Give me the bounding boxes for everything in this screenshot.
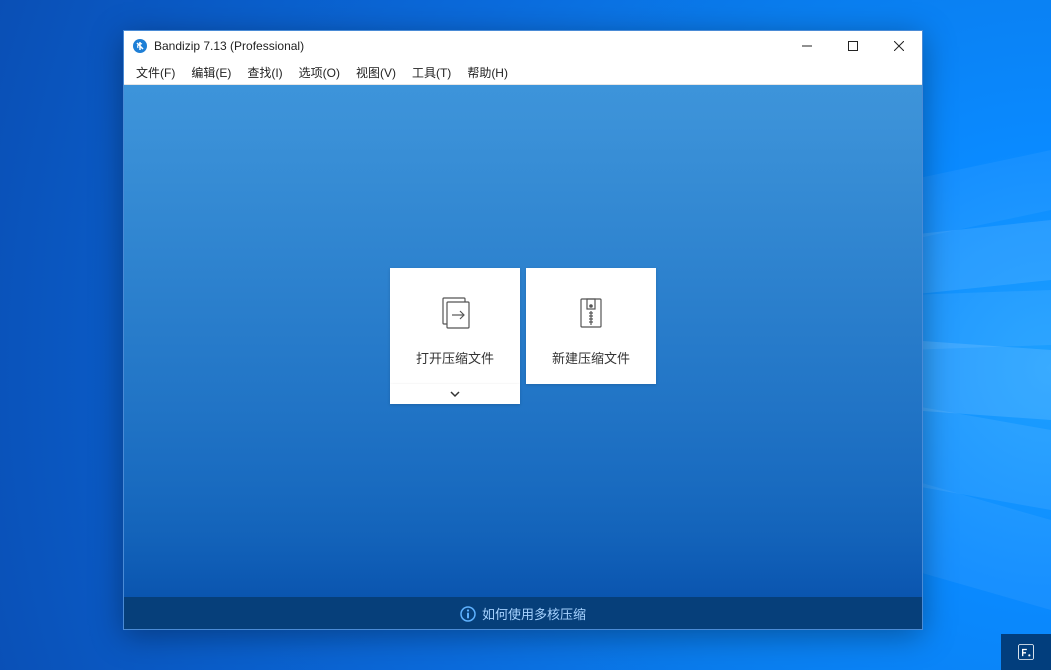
new-archive-icon xyxy=(571,293,611,333)
open-archive-button[interactable]: 打开压缩文件 xyxy=(390,268,520,384)
menu-tools[interactable]: 工具(T) xyxy=(404,61,459,84)
app-window: Bandizip 7.13 (Professional) 文件(F) 编辑(E)… xyxy=(123,30,923,630)
close-icon xyxy=(894,41,904,51)
menu-options[interactable]: 选项(O) xyxy=(291,61,348,84)
chevron-down-icon xyxy=(450,389,460,399)
open-archive-icon xyxy=(435,293,475,333)
window-title: Bandizip 7.13 (Professional) xyxy=(154,39,304,53)
menu-view[interactable]: 视图(V) xyxy=(348,61,404,84)
status-tip-text: 如何使用多核压缩 xyxy=(482,604,586,623)
menubar: 文件(F) 编辑(E) 查找(I) 选项(O) 视图(V) 工具(T) 帮助(H… xyxy=(124,61,922,85)
corner-badge-icon xyxy=(1016,642,1036,662)
close-button[interactable] xyxy=(876,31,922,61)
statusbar: 如何使用多核压缩 xyxy=(124,597,922,629)
new-archive-label: 新建压缩文件 xyxy=(552,348,630,367)
menu-help[interactable]: 帮助(H) xyxy=(459,61,516,84)
titlebar[interactable]: Bandizip 7.13 (Professional) xyxy=(124,31,922,61)
maximize-icon xyxy=(848,41,858,51)
open-card-stack: 打开压缩文件 xyxy=(390,268,520,404)
content-area: 打开压缩文件 xyxy=(124,85,922,597)
menu-find[interactable]: 查找(I) xyxy=(239,61,290,84)
app-icon xyxy=(132,38,148,54)
open-archive-dropdown[interactable] xyxy=(390,384,520,404)
menu-file[interactable]: 文件(F) xyxy=(128,61,183,84)
open-archive-label: 打开压缩文件 xyxy=(416,348,494,367)
action-cards: 打开压缩文件 xyxy=(390,268,656,404)
window-controls xyxy=(784,31,922,61)
maximize-button[interactable] xyxy=(830,31,876,61)
menu-edit[interactable]: 编辑(E) xyxy=(183,61,239,84)
new-archive-button[interactable]: 新建压缩文件 xyxy=(526,268,656,384)
info-icon xyxy=(460,606,476,622)
minimize-button[interactable] xyxy=(784,31,830,61)
corner-badge xyxy=(1001,634,1051,670)
desktop-background: Bandizip 7.13 (Professional) 文件(F) 编辑(E)… xyxy=(0,0,1051,670)
minimize-icon xyxy=(802,41,812,51)
status-tip-link[interactable]: 如何使用多核压缩 xyxy=(460,604,586,623)
